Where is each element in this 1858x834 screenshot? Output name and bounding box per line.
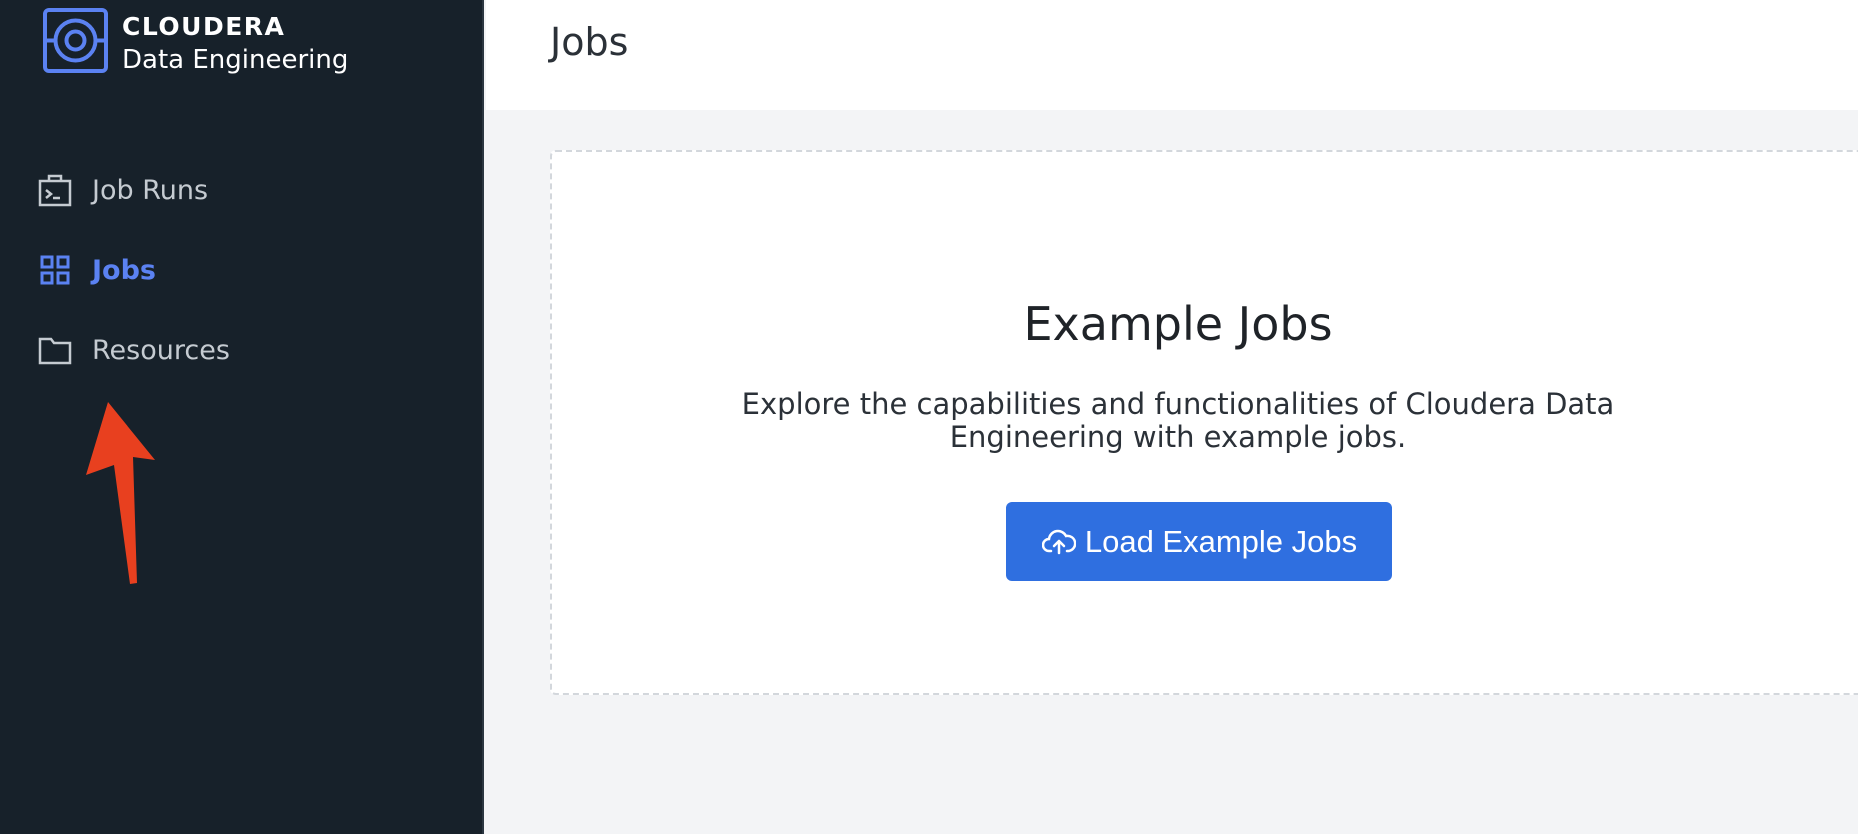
brand-product: Data Engineering <box>122 45 349 75</box>
sidebar-item-jobs[interactable]: Jobs <box>36 248 156 292</box>
terminal-briefcase-icon <box>36 171 74 209</box>
sidebar-item-resources[interactable]: Resources <box>36 328 230 372</box>
load-button-label: Load Example Jobs <box>1084 523 1358 559</box>
sidebar-item-label: Jobs <box>92 254 156 286</box>
sidebar-item-label: Job Runs <box>92 174 209 206</box>
annotation-arrow-icon <box>86 402 155 584</box>
example-jobs-card: Example Jobs Explore the capabilities an… <box>550 150 1858 695</box>
brand-company: CLOUDERA <box>122 12 286 41</box>
load-example-jobs-button[interactable]: Load Example Jobs <box>1006 502 1392 581</box>
page-title: Jobs <box>550 20 629 64</box>
cloud-upload-icon <box>1041 524 1077 560</box>
grid-icon <box>36 251 74 289</box>
card-title: Example Jobs <box>1023 297 1333 351</box>
sidebar: CLOUDERA Data Engineering Job Runs Jobs … <box>0 0 484 834</box>
main-content: Example Jobs Explore the capabilities an… <box>486 110 1858 834</box>
page-header: Jobs <box>486 0 1858 110</box>
folder-icon <box>36 331 74 369</box>
brand[interactable]: CLOUDERA Data Engineering <box>43 8 348 73</box>
cloudera-logo-icon <box>43 8 108 73</box>
sidebar-item-label: Resources <box>92 334 230 366</box>
brand-text: CLOUDERA Data Engineering <box>122 8 348 73</box>
sidebar-item-job-runs[interactable]: Job Runs <box>36 168 208 212</box>
card-description: Explore the capabilities and functionali… <box>741 387 1615 454</box>
